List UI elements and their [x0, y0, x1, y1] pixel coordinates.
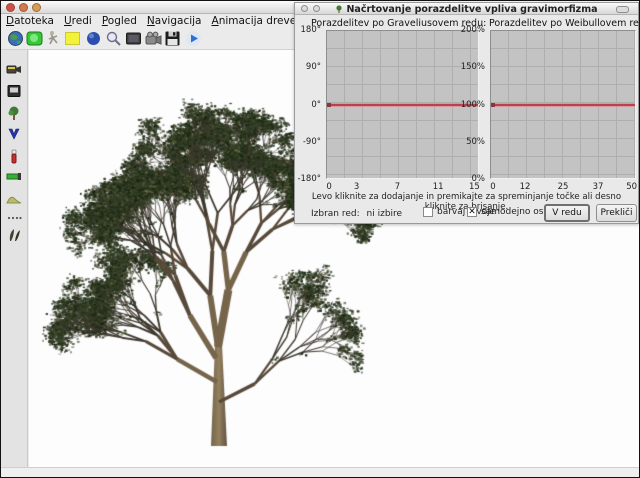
checkbox-box[interactable]: ✕ [467, 207, 477, 217]
ytick: 0° [311, 100, 321, 110]
menubar: Datoteka Uredi Pogled Navigacija Animaci… [1, 14, 294, 28]
xtick: 11 [433, 182, 444, 192]
minimize-button[interactable] [19, 3, 28, 12]
chart1-control-point[interactable] [327, 103, 331, 107]
camera-tool-icon[interactable] [6, 61, 22, 77]
checkbox-box[interactable] [423, 207, 433, 217]
toolbar [1, 28, 294, 50]
chart2-distribution-line[interactable] [491, 104, 635, 106]
zoom-icon[interactable] [105, 30, 122, 47]
ytick: 100% [461, 100, 485, 110]
ytick: 180° [301, 25, 321, 35]
menu-navigacija[interactable]: Navigacija [142, 15, 207, 27]
ytick: 90° [306, 62, 321, 72]
ytick: -90° [303, 137, 321, 147]
selected-order-value: ni izbire [367, 209, 403, 219]
chart1-plot-area[interactable] [326, 30, 479, 179]
flag-tool-icon[interactable] [6, 169, 22, 185]
xtick: 50 [626, 182, 637, 192]
play-icon[interactable] [185, 30, 202, 47]
walker-icon[interactable] [45, 30, 62, 47]
save-icon[interactable] [164, 30, 181, 47]
yellow-swatch-icon[interactable] [64, 30, 81, 47]
cancel-button[interactable]: Prekliči [596, 204, 637, 222]
close-button[interactable] [6, 3, 15, 12]
ytick: 0% [472, 174, 486, 184]
thermometer-tool-icon[interactable] [6, 148, 22, 164]
dialog-titlebar: Načrtovanje porazdelitve vpliva gravimor… [295, 3, 638, 15]
statusbar [1, 467, 639, 478]
chart2-control-point[interactable] [491, 103, 495, 107]
xtick: 37 [593, 182, 604, 192]
menu-datoteka[interactable]: Datoteka [1, 15, 59, 27]
down-arrow-tool-icon[interactable] [6, 127, 22, 143]
menu-pogled[interactable]: Pogled [97, 15, 142, 27]
tool-sidebar [1, 50, 28, 467]
chart2-yticks: 200% 150% 100% 50% 0% [463, 30, 487, 179]
gravimorphism-dialog: Načrtovanje porazdelitve vpliva gravimor… [294, 2, 639, 224]
video-camera-icon[interactable] [145, 30, 162, 47]
ytick: 150% [461, 62, 485, 72]
selected-order: Izbran red: ni izbire [311, 209, 402, 219]
xtick: 12 [520, 182, 531, 192]
sphere-icon[interactable] [85, 30, 102, 47]
menu-uredi[interactable]: Uredi [59, 15, 97, 27]
chart1-yticks: 180° 90° 0° -90° -180° [299, 30, 323, 179]
selected-order-label: Izbran red: [311, 209, 360, 219]
ytick: 200% [461, 25, 485, 35]
ytick: -180° [297, 174, 321, 184]
dialog-title: Načrtovanje porazdelitve vpliva gravimor… [295, 4, 638, 15]
xtick: 3 [354, 182, 359, 192]
maximize-button[interactable] [32, 3, 41, 12]
tree-tool-icon[interactable] [6, 105, 22, 121]
chart2-plot-area[interactable] [490, 30, 636, 179]
ecosystem-icon[interactable] [26, 30, 43, 47]
chart2-title: Porazdelitev po Weibullovem redu: [489, 18, 640, 29]
xtick: 0 [490, 182, 495, 192]
chart1-xticks: 0 3 7 11 15 [326, 182, 479, 191]
ok-button[interactable]: V redu [544, 204, 590, 222]
xtick: 7 [395, 182, 400, 192]
ellipsis-tool-icon[interactable] [6, 209, 22, 225]
app-window: Datoteka Uredi Pogled Navigacija Animaci… [0, 0, 640, 478]
ytick: 50% [466, 137, 485, 147]
chart2-xticks: 0 12 25 37 50 [490, 182, 636, 191]
screen-icon[interactable] [125, 30, 142, 47]
snapshot-tool-icon[interactable] [6, 83, 22, 99]
globe-icon[interactable] [7, 30, 24, 47]
dialog-title-text: Načrtovanje porazdelitve vpliva gravimor… [346, 4, 597, 15]
plant-icon [335, 5, 343, 13]
terrain-tool-icon[interactable] [6, 190, 22, 206]
xtick: 0 [326, 182, 331, 192]
chart1-distribution-line[interactable] [327, 104, 478, 106]
xtick: 25 [558, 182, 569, 192]
dialog-maximize-button[interactable] [616, 6, 629, 13]
leaves-tool-icon[interactable] [6, 227, 22, 243]
